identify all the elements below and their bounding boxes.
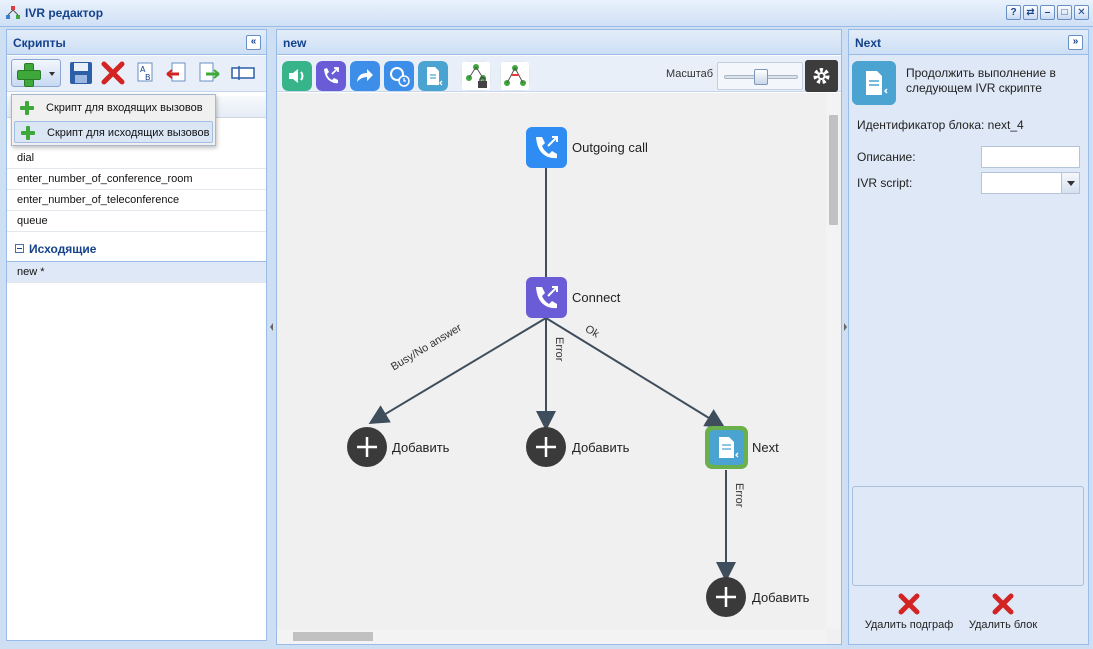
plus-icon [21,126,35,140]
next-script-icon[interactable] [418,61,448,91]
scripts-panel-header: Скрипты « [7,30,266,55]
add-label: Добавить [392,440,450,455]
restore-button[interactable]: ⇄ [1023,5,1038,20]
block-id: Идентификатор блока: next_4 [857,118,1024,132]
settings-gear-icon[interactable] [805,60,838,92]
rename-icon[interactable]: A B [131,60,159,86]
scripts-panel: Скрипты « A B Скрипт для входящих вызово… [6,29,267,641]
script-row[interactable]: enter_number_of_teleconference [7,190,266,211]
edge-ok [545,317,726,429]
svg-text:B: B [145,73,151,82]
delete-icon[interactable] [99,60,127,86]
scripts-toolbar: A B [7,56,266,92]
import-icon[interactable] [163,60,191,86]
export-icon[interactable] [195,60,223,86]
delete-subgraph-label: Удалить подграф [864,619,954,631]
add-script-button[interactable] [11,59,61,87]
graph-svg [347,127,748,617]
delete-block-label: Удалить блок [968,619,1038,631]
plus-icon [20,101,34,115]
add-node[interactable] [526,427,566,467]
save-icon[interactable] [67,60,95,86]
left-splitter-handle[interactable] [269,320,274,334]
dropdown-caret-icon [49,72,55,76]
script-row[interactable]: queue [7,211,266,232]
app-icon [6,6,20,19]
script-row[interactable]: dial [7,148,266,169]
window-titlebar: IVR редактор ? ⇄ – □ ✕ [0,0,1093,27]
forward-icon[interactable] [350,61,380,91]
scripts-panel-title: Скрипты [13,36,66,50]
close-button[interactable]: ✕ [1074,5,1089,20]
outgoing-group-header[interactable]: Исходящие [7,236,266,262]
vertical-scrollbar[interactable] [826,93,841,629]
chevron-down-icon[interactable] [1061,173,1079,193]
ivr-script-label: IVR script: [857,176,913,190]
help-button[interactable]: ? [1006,5,1021,20]
graph-canvas[interactable]: Outgoing call Connect Next Добавить Доба… [277,93,841,644]
collapse-group-icon[interactable] [15,244,24,253]
play-sound-icon[interactable] [282,61,312,91]
lock-subgraph-icon[interactable] [461,61,491,91]
schedule-icon[interactable] [384,61,414,91]
collapse-left-button[interactable]: « [246,35,261,50]
block-toolbar: Масштаб [277,56,841,92]
properties-panel: Next » Продолжить выполнение в следующем… [848,29,1089,645]
zoom-label: Масштаб [666,68,714,80]
window-title: IVR редактор [25,6,104,20]
menu-item-incoming[interactable]: Скрипт для входящих вызовов [14,97,213,119]
delete-icon [992,593,1014,615]
block-description: Продолжить выполнение в следующем IVR ск… [906,66,1056,95]
script-row[interactable]: enter_number_of_conference_room [7,169,266,190]
add-node[interactable] [706,577,746,617]
edge-label-error: Error [733,483,745,508]
maximize-button[interactable]: □ [1057,5,1072,20]
vertical-scroll-thumb[interactable] [829,115,838,225]
next-label: Next [752,440,779,455]
add-node[interactable] [347,427,387,467]
horizontal-scroll-thumb[interactable] [293,632,373,641]
horizontal-scrollbar[interactable] [277,629,826,644]
add-label: Добавить [572,440,630,455]
group-label: Исходящие [29,242,97,256]
next-node[interactable] [705,426,748,469]
script-row[interactable]: new * [7,262,266,283]
collapse-right-button[interactable]: » [1068,35,1083,50]
next-script-icon [852,61,896,105]
editor-panel-title: new [283,36,307,50]
menu-item-label: Скрипт для исходящих вызовов [47,127,210,139]
menu-item-outgoing[interactable]: Скрипт для исходящих вызовов [14,121,213,143]
zoom-slider[interactable] [717,62,803,90]
plus-icon [17,63,41,87]
description-input[interactable] [981,146,1080,168]
add-label: Добавить [752,590,810,605]
connect-call-icon[interactable] [316,61,346,91]
layout-graph-icon[interactable] [500,61,530,91]
notes-area [852,486,1084,586]
description-label: Описание: [857,150,916,164]
delete-block-button[interactable]: Удалить блок [963,590,1043,642]
properties-panel-header: Next » [849,30,1088,55]
connect-node[interactable] [526,277,567,318]
delete-subgraph-button[interactable]: Удалить подграф [859,590,959,642]
editor-panel: new Масштаб Outgoing call Connect Next Д… [276,29,842,645]
edge-label-error: Error [553,337,565,362]
ivr-script-select[interactable] [981,172,1080,194]
add-script-menu: Скрипт для входящих вызовов Скрипт для и… [11,94,216,146]
minimize-button[interactable]: – [1040,5,1055,20]
outgoing-call-label: Outgoing call [572,140,648,155]
delete-icon [898,593,920,615]
outgoing-call-node[interactable] [526,127,567,168]
connect-label: Connect [572,290,621,305]
menu-item-label: Скрипт для входящих вызовов [46,102,203,114]
properties-panel-title: Next [855,36,882,50]
editor-panel-header: new [277,30,841,55]
properties-icon[interactable] [229,60,257,86]
zoom-slider-thumb[interactable] [754,69,768,85]
